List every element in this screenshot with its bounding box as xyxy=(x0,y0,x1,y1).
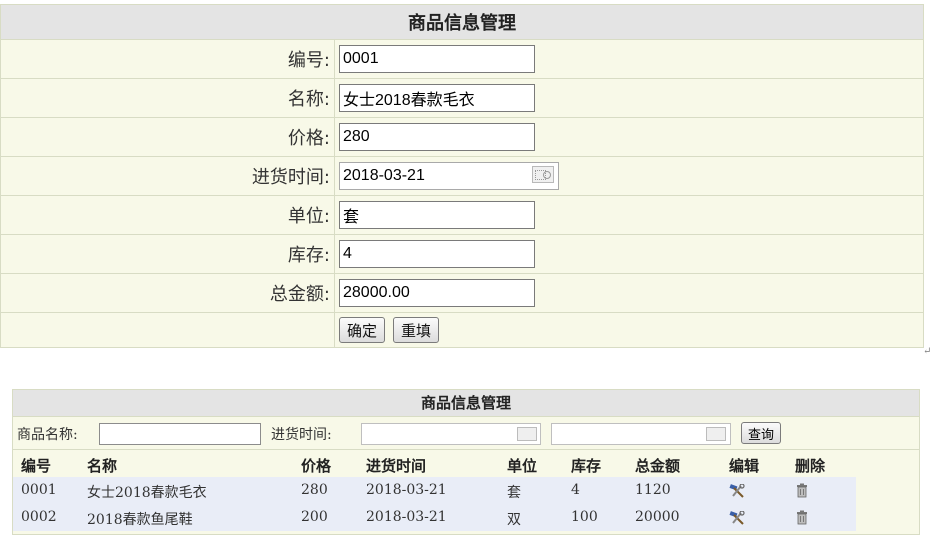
table-row: 0001 女士2018春款毛衣 280 2018-03-21 套 4 1120 xyxy=(13,477,856,504)
cell-unit: 套 xyxy=(507,485,521,501)
total-input[interactable] xyxy=(339,279,535,307)
hammer-wrench-icon[interactable] xyxy=(729,484,745,498)
search-name-label: 商品名称: xyxy=(17,427,78,443)
date-from-input[interactable] xyxy=(361,423,541,445)
reset-button[interactable]: 重填 xyxy=(393,317,440,343)
product-table: 编号 名称 价格 进货时间 单位 库存 总金额 编辑 删除 0001 女士201… xyxy=(13,450,856,531)
cell-price: 280 xyxy=(301,482,328,498)
cell-time: 2018-03-21 xyxy=(366,509,447,525)
product-list-panel: 商品信息管理 商品名称: 进货时间: 查询 编号 名称 价格 进货时间 单位 库… xyxy=(12,389,920,535)
id-input[interactable] xyxy=(339,45,535,73)
header-stock: 库存 xyxy=(571,457,602,475)
price-label: 价格: xyxy=(0,117,335,157)
cell-name: 女士2018春款毛衣 xyxy=(87,485,207,501)
stock-label: 库存: xyxy=(0,234,335,274)
cell-total: 20000 xyxy=(635,509,680,525)
cell-price: 200 xyxy=(301,509,328,525)
search-bar: 商品名称: 进货时间: 查询 xyxy=(13,417,919,450)
id-label: 编号: xyxy=(0,39,335,79)
cell-name: 2018春款鱼尾鞋 xyxy=(87,512,193,528)
header-unit: 单位 xyxy=(507,457,538,475)
table-header: 编号 名称 价格 进货时间 单位 库存 总金额 编辑 删除 xyxy=(13,450,856,477)
table-row: 0002 2018春款鱼尾鞋 200 2018-03-21 双 100 2000… xyxy=(13,504,856,531)
product-form: 商品信息管理 编号: 名称: 价格: 进货时间: 单位: 库存: 总金额: xyxy=(0,4,924,348)
cell-stock: 4 xyxy=(571,482,580,498)
header-total: 总金额 xyxy=(635,457,681,475)
calendar-icon[interactable] xyxy=(532,166,554,183)
calendar-icon[interactable] xyxy=(706,427,726,441)
date-to-input[interactable] xyxy=(551,423,731,445)
cell-id: 0002 xyxy=(21,509,57,525)
calendar-icon[interactable] xyxy=(517,427,537,441)
header-edit: 编辑 xyxy=(729,457,760,475)
price-input[interactable] xyxy=(339,123,535,151)
cell-unit: 双 xyxy=(507,512,521,528)
query-button[interactable]: 查询 xyxy=(741,422,782,444)
unit-input[interactable] xyxy=(339,201,535,229)
header-price: 价格 xyxy=(301,457,332,475)
cell-id: 0001 xyxy=(21,482,57,498)
header-id: 编号 xyxy=(21,457,52,475)
purchase-time-picker xyxy=(339,162,559,190)
search-time-label: 进货时间: xyxy=(271,427,332,443)
header-delete: 删除 xyxy=(795,457,826,475)
purchase-time-input[interactable] xyxy=(339,162,559,190)
name-label: 名称: xyxy=(0,78,335,118)
list-title: 商品信息管理 xyxy=(13,390,919,417)
name-input[interactable] xyxy=(339,84,535,112)
paragraph-mark-icon: ↵ xyxy=(923,346,931,357)
trash-can-icon[interactable] xyxy=(796,510,808,525)
cell-stock: 100 xyxy=(571,509,598,525)
hammer-wrench-icon[interactable] xyxy=(729,511,745,525)
purchase-time-label: 进货时间: xyxy=(0,156,335,196)
unit-label: 单位: xyxy=(0,195,335,235)
stock-input[interactable] xyxy=(339,240,535,268)
header-name: 名称 xyxy=(87,457,118,475)
cell-time: 2018-03-21 xyxy=(366,482,447,498)
cell-total: 1120 xyxy=(635,482,671,498)
header-time: 进货时间 xyxy=(366,457,427,475)
total-label: 总金额: xyxy=(0,273,335,313)
trash-can-icon[interactable] xyxy=(796,483,808,498)
empty-cell xyxy=(0,312,335,348)
form-title: 商品信息管理 xyxy=(0,4,924,40)
search-name-input[interactable] xyxy=(99,423,261,445)
confirm-button[interactable]: 确定 xyxy=(339,317,386,343)
